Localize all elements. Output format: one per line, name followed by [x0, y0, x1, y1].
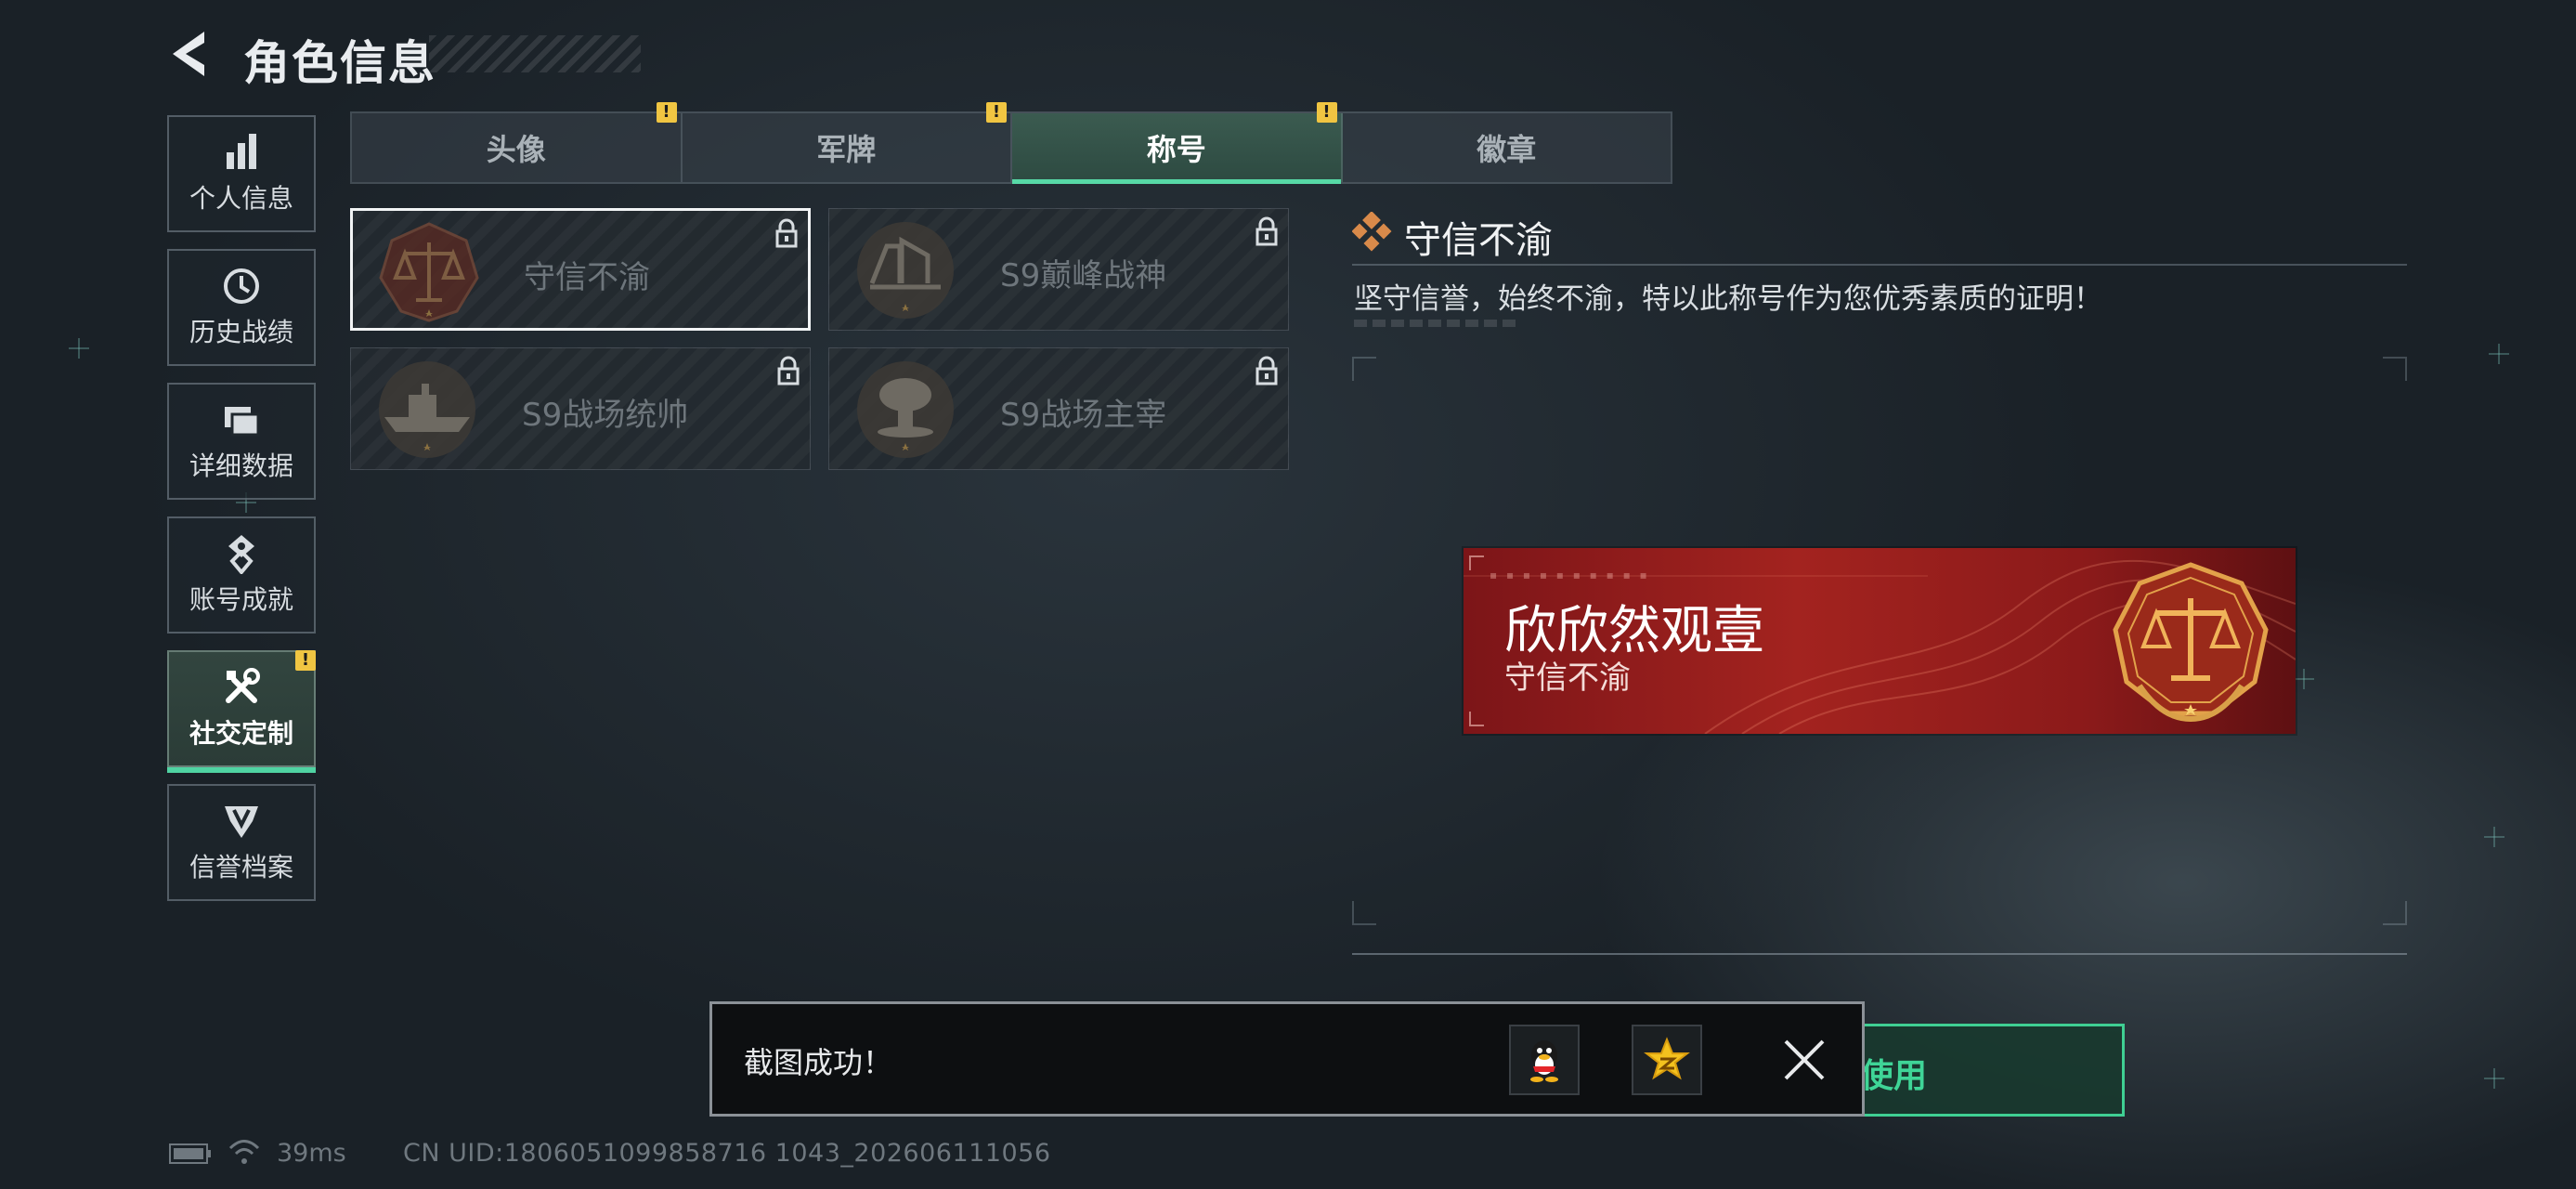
warning-badge: !: [986, 102, 1007, 123]
title-card-name: S9巅峰战神: [1000, 257, 1167, 294]
qq-penguin-icon: [1530, 1040, 1558, 1082]
sidebar-item-detailed-data[interactable]: 详细数据: [167, 383, 316, 500]
sidebar-item-label: 历史战绩: [189, 317, 293, 347]
tab-label: 徽章: [1477, 132, 1537, 167]
sidebar-item-label: 信誉档案: [189, 852, 293, 882]
uid-readout: CN UID:1806051099858716 1043_20260611105…: [403, 1139, 1051, 1168]
close-icon[interactable]: [1780, 1036, 1828, 1084]
lock-icon: [777, 356, 800, 385]
tab-avatar[interactable]: 头像 !: [352, 102, 683, 182]
title-card-name: S9战场统帅: [522, 397, 689, 434]
frame-corner-decor: [2383, 357, 2407, 381]
sidebar-item-label: 详细数据: [189, 451, 293, 481]
wifi-icon: [228, 1140, 260, 1164]
nameplate-title: 守信不渝: [1504, 660, 1631, 697]
hud-cross-decor: [2489, 344, 2509, 364]
title-card[interactable]: S9战场主宰: [828, 347, 1289, 470]
detail-title: 守信不渝: [1404, 219, 1553, 262]
sidebar-item-history[interactable]: 历史战绩: [167, 249, 316, 366]
folders-icon: [225, 407, 260, 437]
warning-badge: !: [1316, 102, 1337, 123]
scales-emblem-icon: [379, 222, 479, 322]
detail-underbar-decor: [1354, 320, 1517, 327]
hud-cross-decor: [69, 338, 89, 359]
tab-label: 军牌: [816, 132, 877, 167]
clock-history-icon: [224, 268, 259, 304]
use-button-label: 使用: [1859, 1057, 1927, 1095]
frame-corner-decor: [1352, 901, 1376, 925]
tab-dogtag[interactable]: 军牌 !: [682, 102, 1012, 182]
bar-chart-icon: [227, 134, 256, 169]
lock-icon: [1255, 356, 1278, 385]
tools-wrench-icon: [226, 668, 260, 703]
hud-cross-decor: [2484, 1068, 2504, 1089]
title-card[interactable]: S9战场统帅: [350, 347, 811, 470]
frame-corner-decor: [1469, 555, 1484, 570]
share-qzone-button[interactable]: [1632, 1025, 1702, 1095]
divider: [1352, 953, 2407, 955]
frame-corner-decor: [1352, 357, 1376, 381]
tab-title[interactable]: 称号 !: [1012, 102, 1343, 184]
scales-laurel-emblem-icon: [2113, 562, 2269, 723]
sidebar-item-personal-info[interactable]: 个人信息: [167, 115, 316, 232]
shield-emblem-icon: [225, 806, 258, 838]
battery-icon: [169, 1143, 211, 1164]
achievement-medal-icon: [228, 535, 254, 574]
title-card-name: 守信不渝: [524, 259, 650, 296]
nameplate-deco-text: ▪ ▪ ▪ ▪ ▪ ▪ ▪ ▪ ▪ ▪: [1490, 568, 1650, 581]
sidebar-item-label: 社交定制: [189, 718, 293, 749]
title-card[interactable]: 守信不渝: [350, 208, 811, 331]
screenshot-toast: 截图成功！: [709, 1001, 1865, 1117]
hud-cross-decor: [2484, 827, 2504, 847]
lock-icon: [1255, 216, 1278, 246]
back-arrow-icon[interactable]: [165, 28, 214, 80]
frame-corner-decor: [1469, 712, 1484, 726]
share-qq-button[interactable]: [1509, 1025, 1580, 1095]
sidebar-item-credit-record[interactable]: 信誉档案: [167, 784, 316, 901]
tab-label: 称号: [1146, 132, 1206, 167]
hud-cross-decor: [2294, 669, 2314, 689]
tab-badge[interactable]: 徽章: [1342, 113, 1671, 182]
title-card-name: S9战场主宰: [1000, 397, 1167, 434]
warning-badge: !: [295, 650, 316, 671]
diamond-title-icon: [1352, 212, 1392, 252]
fortress-emblem-icon: [857, 222, 954, 319]
page-title: 角色信息: [243, 36, 436, 90]
lock-icon: [775, 218, 798, 248]
frame-corner-decor: [2383, 901, 2407, 925]
tab-bar: 头像 ! 军牌 ! 称号 ! 徽章: [350, 102, 1672, 184]
title-card[interactable]: S9巅峰战神: [828, 208, 1289, 331]
nameplate-preview: ▪ ▪ ▪ ▪ ▪ ▪ ▪ ▪ ▪ ▪ 欣欣然观壹 守信不渝: [1464, 548, 2296, 734]
sidebar-item-achievements[interactable]: 账号成就: [167, 516, 316, 634]
qzone-star-icon: [1644, 1037, 1690, 1080]
warship-emblem-icon: [379, 361, 475, 458]
title-stripes-decor: [429, 35, 641, 72]
detail-description: 坚守信誉，始终不渝，特以此称号作为您优秀素质的证明！: [1354, 282, 2102, 316]
toast-message: 截图成功！: [744, 1045, 893, 1080]
mushroom-cloud-emblem-icon: [857, 361, 954, 458]
tab-label: 头像: [486, 132, 546, 167]
divider: [1352, 264, 2407, 266]
sidebar-item-label: 个人信息: [189, 183, 293, 214]
warning-badge: !: [656, 102, 677, 123]
sidebar-item-label: 账号成就: [189, 584, 293, 615]
sidebar-item-social-custom[interactable]: 社交定制 !: [167, 650, 316, 773]
ping-readout: 39ms: [277, 1139, 346, 1168]
